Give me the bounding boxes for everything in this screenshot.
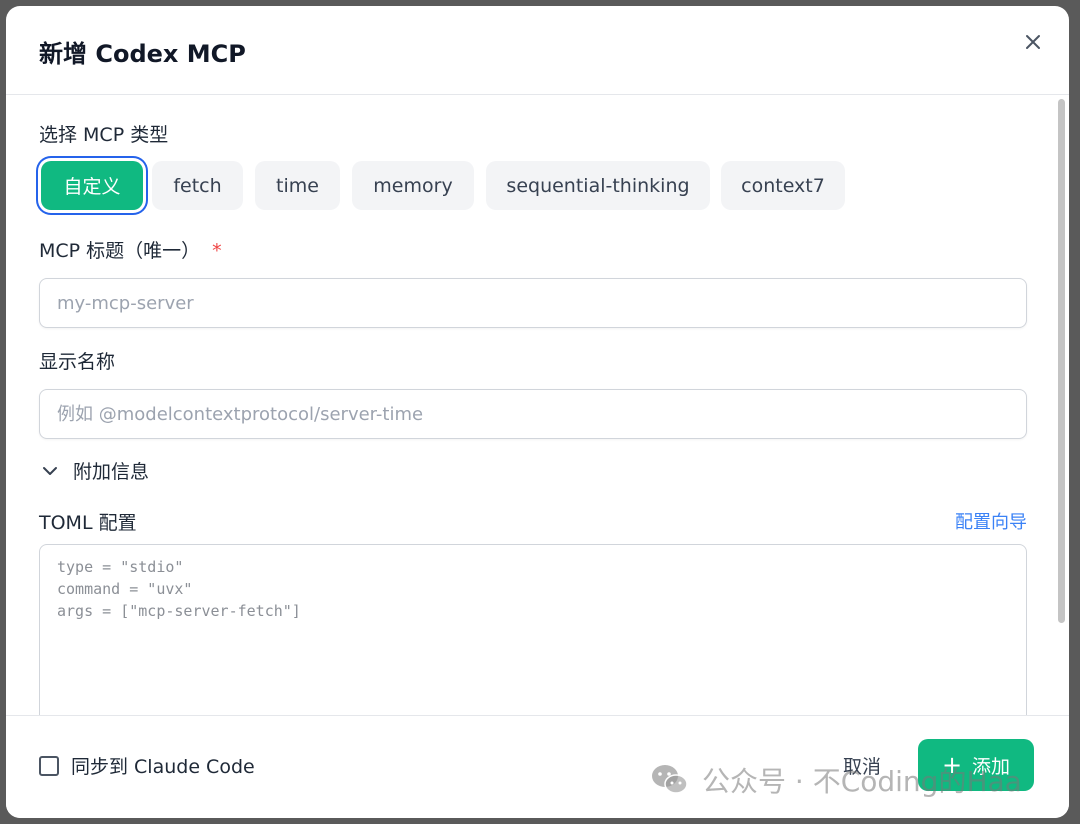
toml-label: TOML 配置 [39, 512, 137, 534]
type-option-time[interactable]: time [255, 161, 340, 210]
wechat-icon [652, 765, 688, 794]
type-option-context7[interactable]: context7 [721, 161, 845, 210]
mcp-title-input[interactable] [39, 278, 1027, 328]
sync-claude-code-checkbox[interactable] [39, 755, 59, 776]
mcp-title-label-text: MCP 标题（唯一） [39, 240, 201, 262]
watermark-text: 公众号 · 不Coding的Haa [702, 765, 1022, 798]
toml-editor[interactable] [39, 544, 1027, 715]
dialog-title: 新增 Codex MCP [39, 40, 246, 68]
close-icon [1026, 35, 1040, 49]
add-mcp-dialog: 新增 Codex MCP 选择 MCP 类型 自定义 fetch time me… [6, 6, 1069, 818]
watermark: 公众号 · 不Coding的Haa [650, 760, 1022, 800]
sync-claude-code-option[interactable]: 同步到 Claude Code [39, 752, 255, 779]
sync-claude-code-label: 同步到 Claude Code [71, 756, 255, 778]
required-mark: * [212, 240, 222, 262]
dialog-body: 选择 MCP 类型 自定义 fetch time memory sequenti… [6, 95, 1069, 715]
extra-info-toggle[interactable]: 附加信息 [39, 457, 149, 484]
close-button[interactable] [1019, 28, 1047, 56]
type-option-sequential-thinking[interactable]: sequential-thinking [486, 161, 710, 210]
extra-info-label: 附加信息 [73, 461, 150, 483]
type-option-custom[interactable]: 自定义 [41, 161, 143, 210]
type-option-fetch[interactable]: fetch [152, 161, 243, 210]
chevron-down-icon [43, 466, 57, 475]
config-wizard-link[interactable]: 配置向导 [955, 508, 1027, 534]
dialog-header: 新增 Codex MCP [6, 6, 1069, 95]
display-name-label: 显示名称 [39, 351, 116, 373]
dialog-scrollbar[interactable] [1058, 99, 1065, 623]
type-option-memory[interactable]: memory [352, 161, 474, 210]
mcp-title-label: MCP 标题（唯一） * [39, 236, 222, 263]
display-name-input[interactable] [39, 389, 1027, 439]
mcp-type-label: 选择 MCP 类型 [39, 124, 169, 146]
